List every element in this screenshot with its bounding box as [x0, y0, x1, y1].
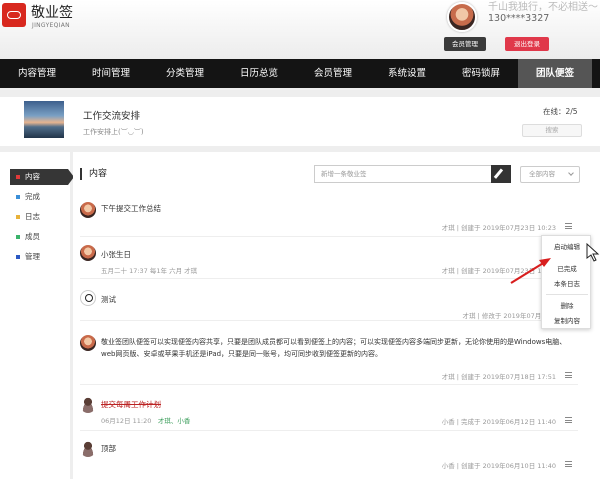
chevron-down-icon: [568, 170, 574, 176]
menu-icon[interactable]: [565, 461, 572, 467]
sidebar-label: 管理: [25, 252, 40, 261]
nav-time[interactable]: 时间管理: [74, 59, 148, 88]
nav-calendar[interactable]: 日历总览: [222, 59, 296, 88]
sidebar-item-content[interactable]: 内容: [10, 169, 74, 185]
menu-item-copy[interactable]: 复制内容: [542, 315, 592, 325]
menu-icon[interactable]: [565, 417, 572, 423]
avatar: [80, 290, 96, 306]
avatar: [80, 397, 96, 413]
avatar: [80, 335, 96, 351]
team-name: 工作交流安排: [83, 111, 141, 122]
app-title: 敬业签: [31, 5, 73, 21]
list-item[interactable]: 测试 才琪 | 修改于 2019年07月01日: [80, 288, 578, 321]
filter-value: 全部内容: [529, 170, 555, 178]
sidebar-item-log[interactable]: 日志: [10, 209, 68, 225]
app-subtitle: JINGYEQIAN: [32, 22, 70, 29]
note-footer: 小香 | 完成于 2019年06月12日 11:40: [441, 418, 556, 426]
note-text: 小张生日: [101, 250, 131, 259]
pencil-icon: [493, 168, 503, 179]
search-button[interactable]: 搜索: [522, 124, 582, 137]
app-logo: [2, 3, 26, 27]
menu-item-delete[interactable]: 删除: [542, 300, 592, 310]
note-members: 才琪、小香: [157, 417, 191, 425]
cloud-icon: [7, 11, 21, 19]
note-footer: 小香 | 创建于 2019年06月10日 11:40: [441, 462, 556, 470]
sidebar-label: 完成: [25, 192, 40, 201]
note-footer: 才琪 | 创建于 2019年07月23日 10:23: [441, 224, 556, 232]
menu-icon[interactable]: [565, 372, 572, 378]
sidebar-label: 内容: [25, 172, 40, 181]
note-text: 敬业签团队便签可以实现便签内容共享，只要是团队成员都可以看到便签上的内容；可以实…: [101, 338, 567, 358]
note-time: 06月12日 11:20: [101, 417, 152, 425]
menu-icon[interactable]: [565, 223, 572, 229]
new-note-input[interactable]: 新增一条敬业签: [314, 165, 492, 183]
nav-team[interactable]: 团队便签: [518, 59, 592, 88]
note-text: 下午提交工作总结: [101, 204, 161, 213]
sidebar-label: 日志: [25, 212, 40, 221]
list-item[interactable]: 下午提交工作总结 才琪 | 创建于 2019年07月23日 10:23: [80, 201, 578, 237]
avatar: [80, 245, 96, 261]
nav-content[interactable]: 内容管理: [0, 59, 74, 88]
team-info: 工作交流安排 工作安排上(︶◡︶) 在线：2/5: [0, 97, 600, 146]
user-avatar[interactable]: [447, 2, 477, 32]
annotation-arrow-icon: [510, 242, 600, 284]
note-footer: 才琪 | 创建于 2019年07月18日 17:51: [441, 373, 556, 381]
section-title: 内容: [80, 168, 107, 180]
main-nav: 内容管理 时间管理 分类管理 日历总览 会员管理 系统设置 密码锁屏 团队便签: [0, 59, 600, 88]
red-dot-icon: [16, 175, 20, 179]
note-meta: 五月二十 17:37 每1年 六月 才琪: [101, 267, 198, 275]
team-image: [24, 101, 64, 138]
content-filter-select[interactable]: 全部内容: [520, 166, 580, 183]
member-management-button[interactable]: 会员管理: [444, 37, 486, 51]
nav-settings[interactable]: 系统设置: [370, 59, 444, 88]
note-text: 测试: [101, 295, 116, 304]
menu-divider: [546, 294, 588, 295]
list-item[interactable]: 小张生日 五月二十 17:37 每1年 六月 才琪 才琪 | 创建于 2019年…: [80, 243, 578, 279]
header: 敬业签 JINGYEQIAN 千山我独行，不必相送～ 130****3327 会…: [0, 0, 600, 59]
edit-button[interactable]: [491, 165, 511, 183]
online-count: 在线：2/5: [543, 107, 578, 116]
user-motto: 千山我独行，不必相送～: [488, 2, 598, 13]
note-text: 顶部: [101, 444, 116, 453]
nav-category[interactable]: 分类管理: [148, 59, 222, 88]
sidebar-item-manage[interactable]: 管理: [10, 249, 68, 265]
avatar: [80, 441, 96, 457]
yellow-dot-icon: [16, 215, 20, 219]
list-item[interactable]: 敬业签团队便签可以实现便签内容共享，只要是团队成员都可以看到便签上的内容；可以实…: [80, 333, 578, 385]
list-item[interactable]: 提交每周工作计划 06月12日 11:20 才琪、小香 小香 | 完成于 201…: [80, 395, 578, 431]
avatar: [80, 202, 96, 218]
sidebar: 内容 完成 日志 成员 管理: [0, 152, 74, 479]
note-text: 提交每周工作计划: [101, 400, 161, 409]
note-meta: 06月12日 11:20 才琪、小香: [101, 415, 190, 425]
nav-lock[interactable]: 密码锁屏: [444, 59, 518, 88]
user-phone: 130****3327: [488, 13, 550, 24]
nav-member[interactable]: 会员管理: [296, 59, 370, 88]
sidebar-item-members[interactable]: 成员: [10, 229, 68, 245]
list-item[interactable]: 顶部 小香 | 创建于 2019年06月10日 11:40: [80, 439, 578, 475]
blue-dot-icon: [16, 195, 20, 199]
team-description: 工作安排上(︶◡︶): [83, 128, 144, 136]
logout-button[interactable]: 退出登录: [505, 37, 549, 51]
sidebar-item-done[interactable]: 完成: [10, 189, 68, 205]
green-dot-icon: [16, 235, 20, 239]
navy-dot-icon: [16, 255, 20, 259]
sidebar-label: 成员: [25, 232, 40, 241]
